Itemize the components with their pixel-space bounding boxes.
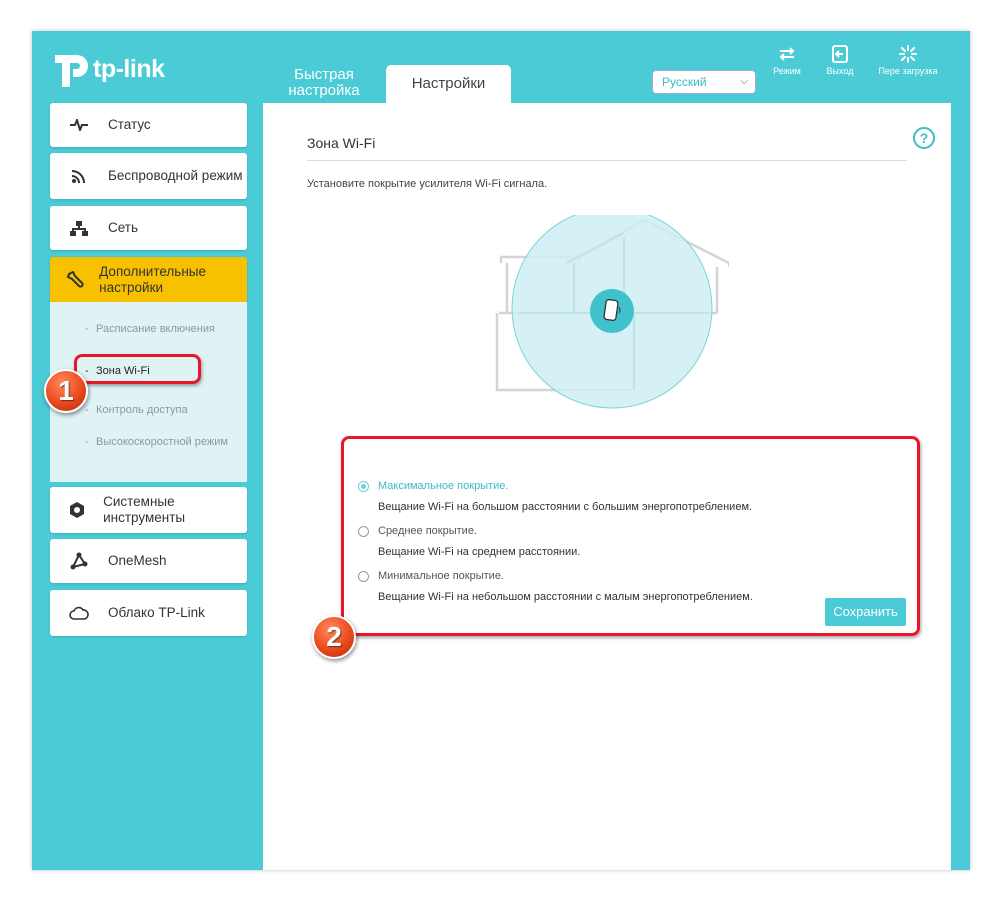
sidebar-item-wireless[interactable]: Беспроводной режим [50,153,247,199]
sidebar-item-label: Сеть [108,220,139,235]
wifi-icon [50,168,108,184]
annotation-number-1: 1 [44,369,88,413]
logout-icon [832,45,848,63]
page-description: Установите покрытие усилителя Wi-Fi сигн… [307,178,548,190]
submenu-item-access-control[interactable]: - Контроль доступа [85,404,188,417]
mode-button[interactable]: Режим [757,45,817,76]
mode-icon [779,47,795,61]
sidebar-item-label: Системные инструменты [103,494,186,525]
logout-button[interactable]: Выход [810,45,870,76]
sidebar-item-system-tools[interactable]: Системные инструменты [50,487,247,533]
pulse-icon [50,119,108,131]
mode-label: Режим [773,66,801,76]
mesh-icon [50,552,108,570]
chevron-down-icon: ⌵ [740,76,748,87]
tab-quick-setup[interactable]: Быстрая настройка [274,67,374,99]
title-divider [307,160,907,161]
wrench-icon [50,271,99,289]
annotation-number-2: 2 [312,615,356,659]
page-title: Зона Wi-Fi [307,135,376,151]
language-value: Русский [662,75,707,89]
coverage-illustration [489,207,731,430]
reboot-label: Пере загрузка [878,66,938,76]
sidebar-item-advanced[interactable]: Дополнительные настройки [50,257,247,303]
submenu-item-label: Расписание включения [96,323,215,335]
sidebar-item-label: OneMesh [108,553,167,568]
reboot-icon [899,45,917,63]
router-admin-window: tp-link Быстрая настройка Настройки Русс… [32,31,970,870]
sidebar-item-onemesh[interactable]: OneMesh [50,539,247,583]
annotation-highlight-wifi-zone [74,354,201,384]
annotation-highlight-options [341,436,920,636]
submenu-item-high-speed[interactable]: - Высокоскоростной режим [85,436,228,449]
submenu-item-label: Контроль доступа [96,404,188,416]
gear-icon [50,501,103,519]
logout-label: Выход [826,66,854,76]
cloud-icon [50,606,108,620]
logo-text: tp-link [93,54,165,83]
reboot-button[interactable]: Пере загрузка [878,45,938,76]
sidebar-item-status[interactable]: Статус [50,103,247,147]
submenu-item-schedule[interactable]: - Расписание включения [85,323,215,336]
sidebar-item-label: Статус [108,117,151,132]
sidebar-item-network[interactable]: Сеть [50,206,247,250]
sidebar-item-label: Дополнительные настройки [99,264,207,295]
help-icon[interactable]: ? [913,127,935,149]
submenu-item-label: Высокоскоростной режим [96,436,228,448]
language-select[interactable]: Русский ⌵ [652,70,756,94]
tp-link-logo-mark [50,47,90,91]
sidebar-item-cloud[interactable]: Облако TP-Link [50,590,247,636]
sidebar-item-label: Облако TP-Link [108,605,205,620]
network-icon [50,220,108,236]
sidebar-item-label: Беспроводной режим [108,168,243,183]
tp-link-logo: tp-link [50,47,165,91]
tab-settings[interactable]: Настройки [386,65,511,103]
